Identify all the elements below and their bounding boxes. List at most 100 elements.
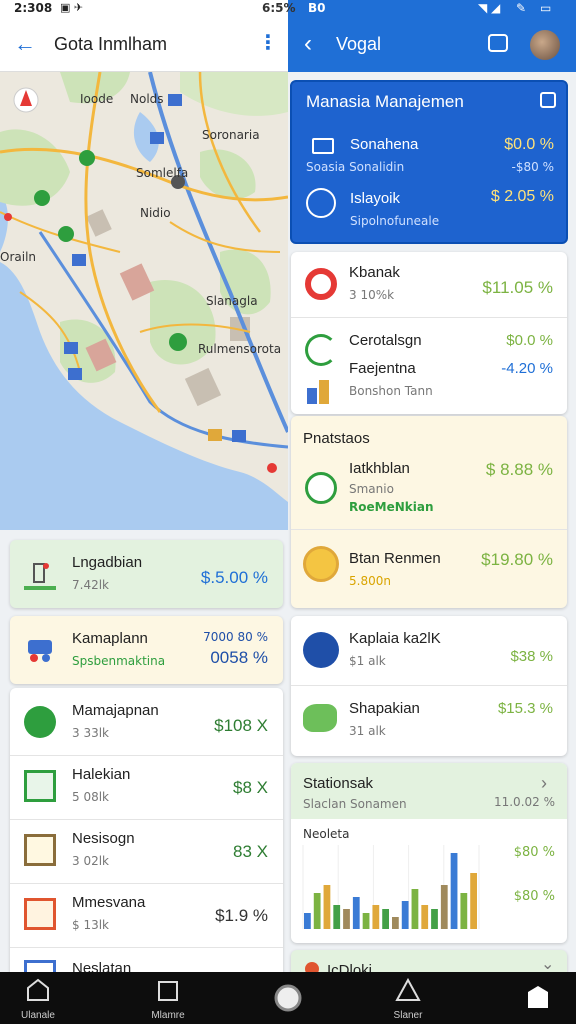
- highlight-row-subvalue: -$80 %: [511, 160, 554, 174]
- chart-bar: [382, 909, 389, 929]
- list-item[interactable]: Nesisogn 3 02lk 83 X: [10, 820, 283, 884]
- chevron-left-icon[interactable]: ‹: [304, 30, 312, 58]
- list-item-name: Nesisogn: [72, 830, 135, 847]
- list-item-sub: 5.800n: [349, 574, 391, 588]
- nav-label: Slaner: [393, 1010, 423, 1021]
- list-item-name: Shapakian: [349, 700, 420, 717]
- chart-bar: [392, 917, 399, 929]
- book-icon: [158, 981, 178, 1001]
- chart-bar: [440, 885, 448, 929]
- list-item-value: $108 X: [214, 716, 268, 735]
- nav-item-profile[interactable]: [490, 972, 576, 1024]
- right-card-group-2: Pnatstaos Iatkhblan Smanio RoeMeNkian $ …: [291, 416, 567, 608]
- list-item-sub: 3 02lk: [72, 854, 110, 868]
- pen-icon: [305, 334, 337, 366]
- chart-bar: [304, 913, 311, 929]
- warning-icon: [395, 977, 421, 1001]
- list-item-sub: 3 10%k: [349, 288, 395, 302]
- badge-icon: [303, 546, 339, 582]
- list-item-value: 0058 %: [210, 648, 268, 667]
- right-app-bar: ‹ Vogal: [288, 16, 576, 72]
- list-item[interactable]: Iatkhblan Smanio RoeMeNkian $ 8.88 %: [291, 452, 567, 530]
- list-item-name: Kaplaia ka2lK: [349, 630, 441, 647]
- avatar-icon[interactable]: [530, 30, 560, 60]
- nav-item-center[interactable]: [240, 972, 336, 1024]
- left-card-fuel[interactable]: Lngadbian 7.42lk $.5.00 %: [10, 540, 283, 608]
- map-label: Nolds: [130, 92, 164, 106]
- chart-bar: [401, 901, 409, 929]
- list-item[interactable]: Kbanak 3 10%k $11.05 %: [291, 252, 567, 318]
- list-item-value: $1.9 %: [215, 906, 268, 925]
- list-item[interactable]: Halekian 5 08lk $8 X: [10, 756, 283, 820]
- plant-icon: [305, 472, 337, 504]
- map-label: Somlelfa: [136, 166, 189, 180]
- map-view[interactable]: Ioode Nolds Soronaria Somlelfa Nidio Ora…: [0, 72, 288, 530]
- list-item[interactable]: Shapakian 31 alk $15.3 %: [291, 686, 567, 756]
- list-item-sub: 5 08lk: [72, 790, 110, 804]
- nav-label: Ulanale: [21, 1010, 55, 1021]
- map-label: Soronaria: [202, 128, 260, 142]
- list-item-sub: 7.42lk: [72, 578, 110, 592]
- right-card-group-1: Kbanak 3 10%k $11.05 % Cerotalsgn $0.0 %…: [291, 252, 567, 414]
- chart-bar: [372, 905, 380, 929]
- right-page-title: Vogal: [336, 34, 382, 54]
- target-icon: [305, 268, 337, 300]
- edit-icon[interactable]: [540, 92, 556, 108]
- bar-chart: [302, 845, 480, 929]
- list-item[interactable]: Mmesvana $ 13lk $1.9 %: [10, 884, 283, 948]
- pump-icon: [24, 558, 56, 590]
- map-label: Rulmensorota: [198, 342, 282, 356]
- chart-bar: [411, 889, 419, 929]
- status-time-right: 6:5%: [262, 1, 296, 15]
- section-title: Pnatstaos: [303, 430, 370, 447]
- highlight-card[interactable]: Manasia Manajemen Sonahena Soasia Sonali…: [290, 80, 568, 244]
- list-item-sub: Bonshon Tann: [349, 384, 433, 398]
- arrow-back-icon[interactable]: ←: [14, 30, 36, 58]
- leaf-icon: [24, 706, 56, 738]
- chart-card[interactable]: Stationsak › Slaclan Sonamen 11.0.02 % N…: [291, 763, 567, 943]
- circle-button-icon: [274, 984, 302, 1012]
- chart-bar: [352, 897, 360, 929]
- chart-bar: [470, 873, 477, 929]
- status-bar-left: 2:308 ▣ ✈: [0, 0, 288, 16]
- chevron-down-icon[interactable]: ⌄: [541, 954, 554, 974]
- chart-bar: [431, 909, 438, 929]
- signal-icon: ✎: [516, 1, 527, 15]
- list-item-value: 83 X: [233, 842, 268, 861]
- status-bar-right: 6:5% B0 ◥ ◢ ✎ ▭: [262, 0, 576, 16]
- nav-label: Mlamre: [151, 1010, 185, 1021]
- list-item[interactable]: Kaplaia ka2lK $1 alk $38 %: [291, 616, 567, 686]
- list-item-name: Cerotalsgn: [349, 332, 422, 349]
- list-item-sub: 31 alk: [349, 724, 386, 738]
- map-label: Ioode: [80, 92, 114, 106]
- more-vertical-icon[interactable]: ⋮: [258, 30, 278, 55]
- list-item-name: Kamaplann: [72, 630, 148, 647]
- nav-item-warning[interactable]: Slaner: [360, 972, 456, 1024]
- highlight-row-name: Islayoik: [350, 190, 401, 207]
- left-card-transport[interactable]: Kamaplann Spsbenmaktina 7000 80 % 0058 %: [10, 616, 283, 684]
- battery-icon: ▭: [540, 1, 552, 15]
- doc-icon: [24, 770, 56, 802]
- list-item[interactable]: Cerotalsgn $0.0 % Faejentna Bonshon Tann…: [291, 318, 567, 414]
- map-icon: [303, 704, 337, 732]
- list-item-sub: Smanio: [349, 482, 394, 496]
- nav-item-book[interactable]: Mlamre: [120, 972, 216, 1024]
- chart-bar: [333, 905, 341, 929]
- wifi-icon: ◥ ◢: [478, 1, 501, 15]
- list-item[interactable]: Btan Renmen 5.800n $19.80 %: [291, 530, 567, 608]
- home-icon: [27, 978, 49, 1001]
- list-item-value: $19.80 %: [481, 550, 553, 569]
- chat-icon[interactable]: [488, 34, 508, 52]
- list-item-sub2: RoeMeNkian: [349, 500, 434, 514]
- list-item-value: $.5.00 %: [200, 568, 268, 587]
- list-item[interactable]: Mamajapnan 3 33lk $108 X: [10, 688, 283, 756]
- list-item-name: Btan Renmen: [349, 550, 441, 567]
- list-item-sub: 3 33lk: [72, 726, 110, 740]
- nav-item-home[interactable]: Ulanale: [0, 972, 86, 1024]
- list-item-value-top: 7000 80 %: [203, 630, 268, 644]
- list-item-value: $11.05 %: [482, 278, 553, 297]
- highlight-row-sub: Soasia Sonalidin: [306, 160, 405, 174]
- list-icon: [24, 898, 56, 930]
- list-item-sub: Spsbenmaktina: [72, 654, 166, 668]
- chart-bar: [460, 893, 468, 929]
